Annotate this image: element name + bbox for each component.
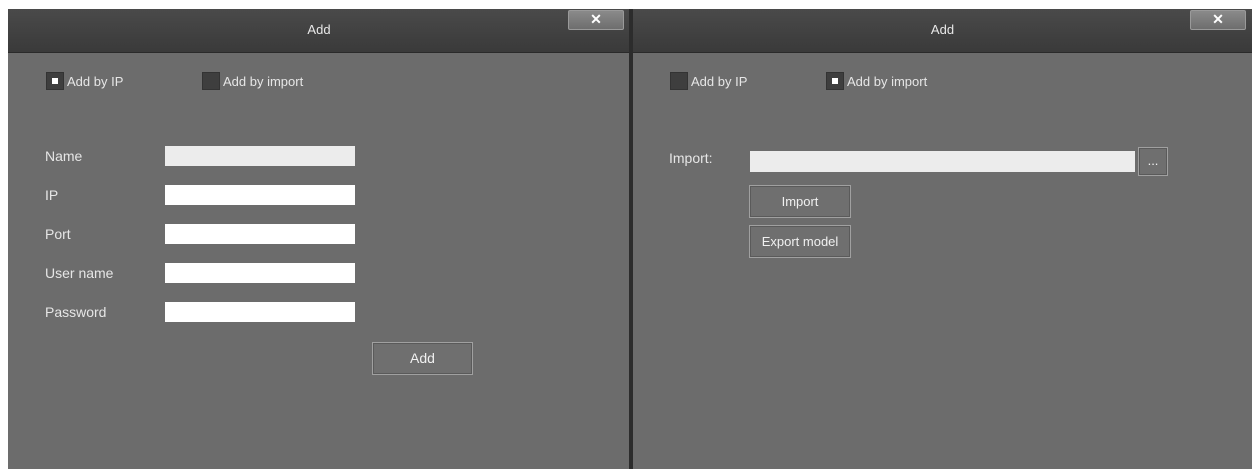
add-by-ip-checkbox[interactable] [46, 72, 64, 90]
dialog-titlebar: Add ✕ [633, 9, 1252, 53]
add-by-import-option[interactable]: Add by import [826, 72, 927, 90]
ip-field[interactable] [165, 185, 355, 205]
add-by-import-checkbox[interactable] [202, 72, 220, 90]
username-field[interactable] [165, 263, 355, 283]
close-button[interactable]: ✕ [1190, 10, 1246, 30]
import-label: Import: [669, 150, 713, 166]
add-by-ip-label: Add by IP [691, 73, 748, 89]
add-by-import-label: Add by import [223, 73, 304, 89]
export-model-button[interactable]: Export model [749, 225, 851, 258]
dialog-title: Add [307, 22, 331, 37]
add-by-ip-dialog: Add ✕ Add by IP Add by import Name IP Po… [8, 9, 630, 469]
close-button[interactable]: ✕ [568, 10, 624, 30]
name-field[interactable] [165, 146, 355, 166]
port-label: Port [45, 226, 71, 242]
add-by-import-dialog: Add ✕ Add by IP Add by import Import: ..… [633, 9, 1252, 469]
password-field[interactable] [165, 302, 355, 322]
import-path-field[interactable] [750, 151, 1135, 172]
add-by-import-checkbox[interactable] [826, 72, 844, 90]
add-by-ip-option[interactable]: Add by IP [46, 72, 123, 90]
screenshot-stage: Add ✕ Add by IP Add by import Name IP Po… [0, 0, 1252, 469]
dialog-titlebar: Add ✕ [8, 9, 630, 53]
add-button[interactable]: Add [372, 342, 473, 375]
add-by-ip-option[interactable]: Add by IP [670, 72, 747, 90]
browse-button[interactable]: ... [1138, 147, 1168, 176]
username-label: User name [45, 265, 114, 281]
add-by-import-label: Add by import [847, 73, 928, 89]
close-icon: ✕ [590, 11, 602, 27]
dialog-title: Add [930, 22, 955, 37]
close-icon: ✕ [1212, 11, 1224, 27]
add-by-ip-checkbox[interactable] [670, 72, 688, 90]
ip-label: IP [45, 187, 59, 203]
add-by-import-option[interactable]: Add by import [202, 72, 303, 90]
add-by-ip-label: Add by IP [67, 73, 124, 89]
name-label: Name [45, 148, 83, 164]
import-button[interactable]: Import [749, 185, 851, 218]
port-field[interactable] [165, 224, 355, 244]
password-label: Password [45, 304, 107, 320]
